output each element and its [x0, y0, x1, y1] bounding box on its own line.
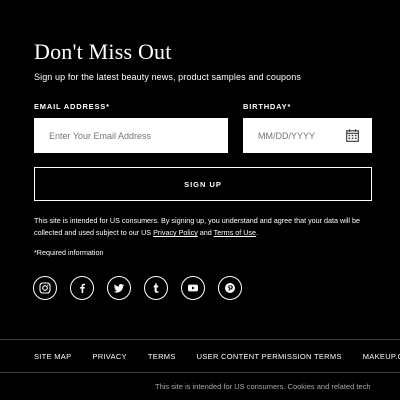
facebook-icon	[80, 283, 85, 293]
birthday-field[interactable]	[243, 118, 372, 153]
pinterest-button[interactable]	[218, 276, 242, 300]
twitter-icon	[113, 284, 124, 293]
footer-link-terms[interactable]: TERMS	[148, 352, 176, 361]
pinterest-icon	[225, 283, 235, 293]
legal-and: and	[197, 228, 214, 237]
footer-link-user-content-permission-terms[interactable]: USER CONTENT PERMISSION TERMS	[197, 352, 342, 361]
signup-button[interactable]: SIGN UP	[34, 167, 372, 201]
tumblr-button[interactable]	[144, 276, 168, 300]
footer-link-makeup-com[interactable]: MAKEUP.COM	[363, 352, 400, 361]
email-label: EMAIL ADDRESS*	[34, 102, 110, 111]
social-links	[33, 276, 242, 300]
youtube-button[interactable]	[181, 276, 205, 300]
twitter-button[interactable]	[107, 276, 131, 300]
newsletter-subtitle: Sign up for the latest beauty news, prod…	[34, 72, 301, 82]
email-input[interactable]	[34, 118, 228, 153]
instagram-icon	[39, 282, 51, 294]
instagram-button[interactable]	[33, 276, 57, 300]
facebook-button[interactable]	[70, 276, 94, 300]
required-note: *Required information	[34, 248, 104, 257]
footer-divider-top	[0, 339, 400, 340]
legal-end: .	[256, 228, 259, 237]
footer-note: This site is intended for US consumers. …	[155, 382, 371, 391]
footer-link-privacy[interactable]: PRIVACY	[92, 352, 126, 361]
youtube-icon	[188, 284, 198, 292]
legal-notice: This site is intended for US consumers. …	[34, 215, 374, 239]
footer-link-site-map[interactable]: SITE MAP	[34, 352, 71, 361]
birthday-label: BIRTHDAY*	[243, 102, 292, 111]
footer-nav: SITE MAP PRIVACY TERMS USER CONTENT PERM…	[34, 352, 400, 361]
calendar-icon[interactable]	[346, 129, 359, 142]
footer-divider-bottom	[0, 372, 400, 373]
terms-of-use-link[interactable]: Terms of Use	[214, 228, 256, 237]
privacy-policy-link[interactable]: Privacy Policy	[153, 228, 198, 237]
newsletter-title: Don't Miss Out	[34, 39, 172, 64]
tumblr-icon	[153, 283, 159, 293]
birthday-input[interactable]	[243, 118, 343, 153]
